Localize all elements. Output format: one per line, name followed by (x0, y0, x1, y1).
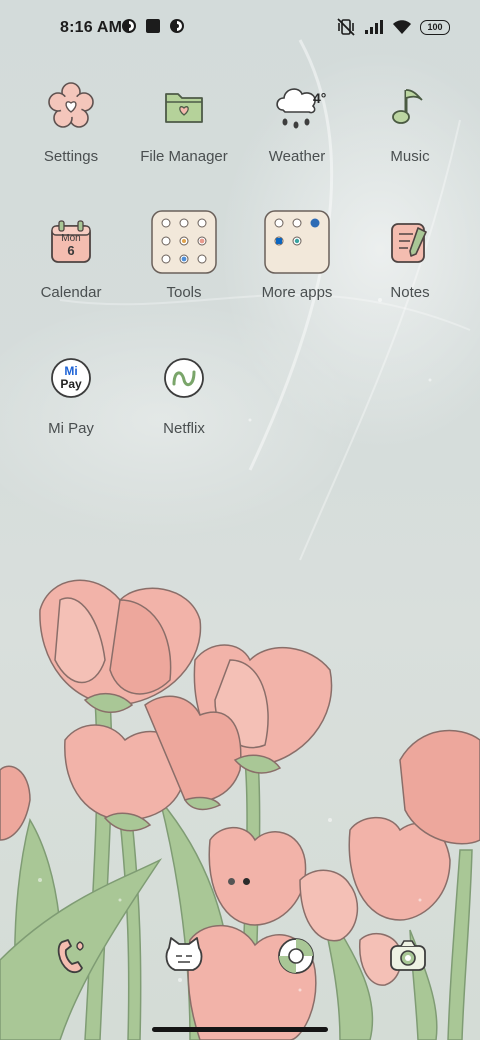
app-notes[interactable]: Notes (350, 206, 470, 301)
folder-icon (165, 93, 203, 123)
app-label: Calendar (40, 284, 102, 301)
weather-temperature: 4° (313, 90, 327, 106)
mute-vibrate-icon (337, 18, 355, 36)
app-label: More apps (261, 284, 333, 301)
status-time: 8:16 AM (60, 19, 123, 36)
folder-tools[interactable]: Tools (124, 206, 244, 301)
app-label: File Manager (140, 148, 228, 165)
app-settings[interactable]: Settings (11, 70, 131, 165)
more-apps-folder-icon (264, 210, 330, 274)
notification-app-icon (122, 19, 136, 33)
dock-messages[interactable] (156, 928, 212, 984)
page-indicator[interactable] (228, 878, 250, 885)
home-gesture-bar[interactable] (152, 1027, 328, 1032)
square-notification-icon (146, 19, 160, 33)
status-bar: 8:16 AM 100 (0, 0, 480, 56)
flower-settings-icon (48, 82, 94, 128)
battery-icon: 100 (420, 19, 450, 35)
app-label: Weather (268, 148, 326, 165)
calendar-date: 6 (67, 243, 75, 258)
dock-browser[interactable] (268, 928, 324, 984)
app-calendar[interactable]: Mon 6 Calendar (11, 206, 131, 301)
cellular-signal-icon (365, 20, 383, 34)
folder-more-apps[interactable]: More apps (237, 206, 357, 301)
app-label: Notes (390, 284, 430, 301)
app-label: Mi Pay (48, 420, 94, 437)
app-label: Settings (43, 148, 99, 165)
mi-pay-pay: Pay (60, 377, 82, 391)
page-dot[interactable] (228, 878, 235, 885)
tools-folder-icon (151, 210, 217, 274)
app-label: Music (390, 148, 430, 165)
mi-pay-mi: Mi (64, 364, 78, 378)
netflix-icon (164, 358, 204, 398)
app-weather[interactable]: 4° Weather (237, 70, 357, 165)
app-label: Netflix (163, 420, 205, 437)
phone-icon (57, 939, 84, 974)
app-file-manager[interactable]: File Manager (124, 70, 244, 165)
app-mi-pay[interactable]: Mi Pay Mi Pay (11, 342, 131, 437)
wifi-icon (393, 20, 411, 34)
cloud-rain-icon (276, 88, 316, 129)
music-note-icon (392, 89, 423, 124)
camera-icon (390, 940, 426, 971)
app-music[interactable]: Music (350, 70, 470, 165)
messages-cat-icon (165, 937, 203, 971)
page-dot-active[interactable] (243, 878, 250, 885)
dock-phone[interactable] (44, 928, 100, 984)
app-label: Tools (166, 284, 202, 301)
dock-camera[interactable] (380, 928, 436, 984)
notification-app-icon-2 (170, 19, 184, 33)
notes-pencil-icon (391, 223, 427, 263)
browser-icon (278, 938, 314, 974)
app-netflix[interactable]: Netflix (124, 342, 244, 437)
